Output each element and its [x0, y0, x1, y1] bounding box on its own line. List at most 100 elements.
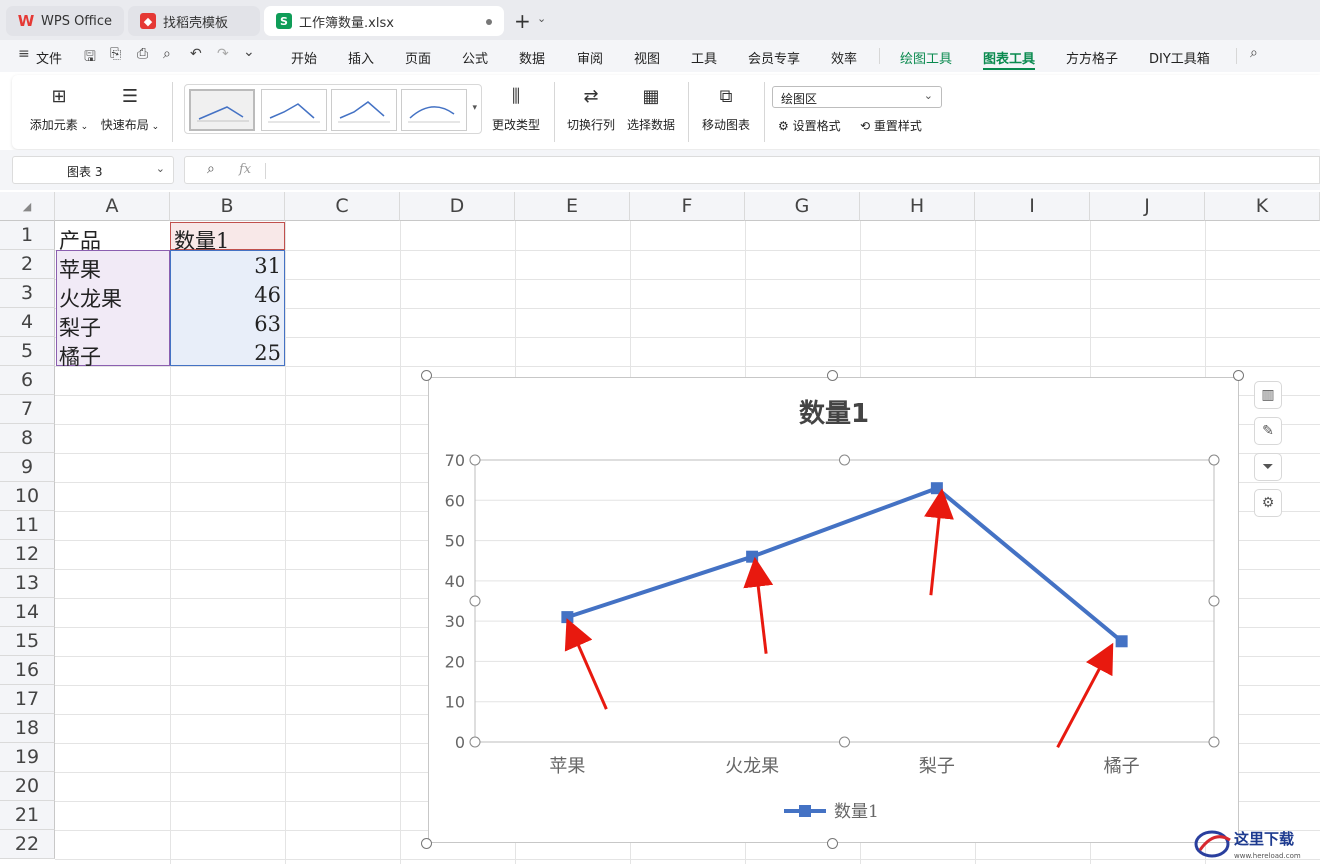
menu-page[interactable]: 页面 [405, 48, 431, 67]
print-preview-icon[interactable]: ⌕ [163, 46, 171, 62]
chart-elements-icon[interactable]: ▥ [1254, 381, 1282, 409]
series-line-path[interactable] [566, 486, 1123, 643]
new-tab-button[interactable]: + [514, 9, 531, 33]
data-point-marker[interactable] [561, 611, 574, 624]
move-chart-button[interactable]: ⧉ 移动图表 [698, 86, 754, 133]
menu-home[interactable]: 开始 [291, 48, 317, 67]
cell-B1[interactable]: 数量1 [174, 225, 229, 255]
gallery-more-icon[interactable]: ▾ [472, 103, 477, 113]
row-header[interactable]: 14 [0, 598, 55, 627]
chart-style-3[interactable] [331, 89, 397, 131]
chart-element-select[interactable]: 绘图区 ⌄ [772, 86, 942, 108]
plot-resize-handle[interactable] [839, 454, 850, 466]
chart-style-2[interactable] [261, 89, 327, 131]
resize-handle[interactable] [421, 370, 432, 381]
plot-resize-handle[interactable] [469, 595, 481, 607]
menu-insert[interactable]: 插入 [348, 48, 374, 67]
chevron-down-icon[interactable]: ⌄ [537, 12, 546, 25]
select-all-corner[interactable]: ◢ [0, 192, 55, 221]
row-header[interactable]: 2 [0, 250, 55, 279]
cell-A1[interactable]: 产品 [59, 225, 101, 255]
redo-icon[interactable]: ↷ [217, 46, 229, 62]
series-line[interactable] [561, 482, 1128, 648]
menu-file[interactable]: 文件 [36, 48, 62, 67]
cell-A4[interactable]: 梨子 [59, 312, 101, 342]
row-header[interactable]: 10 [0, 482, 55, 511]
export-icon[interactable]: ⎘ [110, 46, 121, 62]
cell-A5[interactable]: 橘子 [59, 341, 101, 371]
chart-legend[interactable]: 数量1 [784, 802, 879, 822]
row-header[interactable]: 8 [0, 424, 55, 453]
change-type-button[interactable]: ⫼ 更改类型 [488, 86, 544, 133]
menu-drawing-tools[interactable]: 绘图工具 [900, 48, 952, 67]
plot-area-handles[interactable] [469, 454, 1220, 748]
tab-wps-office[interactable]: W WPS Office [6, 6, 124, 36]
row-header[interactable]: 5 [0, 337, 55, 366]
row-header[interactable]: 22 [0, 830, 55, 859]
chart-title[interactable]: 数量1 [799, 399, 869, 429]
plot-area[interactable] [474, 459, 1215, 743]
row-header[interactable]: 12 [0, 540, 55, 569]
row-header[interactable]: 9 [0, 453, 55, 482]
row-header[interactable]: 6 [0, 366, 55, 395]
data-point-marker[interactable] [930, 482, 943, 495]
select-data-button[interactable]: ▦ 选择数据 [624, 86, 678, 133]
tab-workbook[interactable]: S 工作簿数量.xlsx [264, 6, 504, 36]
row-header[interactable]: 13 [0, 569, 55, 598]
set-format-button[interactable]: ⚙ 设置格式 [778, 117, 841, 134]
undo-icon[interactable]: ↶ [190, 46, 202, 62]
formula-input[interactable]: ⌕ fx [184, 156, 1320, 184]
row-header[interactable]: 11 [0, 511, 55, 540]
menu-view[interactable]: 视图 [634, 48, 660, 67]
row-header[interactable]: 19 [0, 743, 55, 772]
menu-diy-toolbox[interactable]: DIY工具箱 [1149, 48, 1210, 67]
resize-handle[interactable] [1233, 370, 1244, 381]
name-box[interactable]: 图表 3 ⌄ [12, 156, 174, 184]
chevron-down-icon[interactable]: ⌄ [243, 44, 255, 60]
row-header[interactable]: 7 [0, 395, 55, 424]
close-tab-icon[interactable] [486, 19, 492, 25]
menu-member[interactable]: 会员专享 [748, 48, 800, 67]
search-icon[interactable]: ⌕ [1250, 45, 1258, 61]
column-header[interactable]: J [1090, 192, 1205, 221]
menu-data[interactable]: 数据 [519, 48, 545, 67]
reset-style-button[interactable]: ⟲ 重置样式 [860, 117, 922, 134]
row-header[interactable]: 4 [0, 308, 55, 337]
row-header[interactable]: 16 [0, 656, 55, 685]
switch-row-column-button[interactable]: ⇄ 切换行列 [564, 86, 618, 133]
row-header[interactable]: 3 [0, 279, 55, 308]
menu-fangfang[interactable]: 方方格子 [1066, 48, 1118, 67]
plot-resize-handle[interactable] [839, 736, 850, 748]
plot-resize-handle[interactable] [1208, 736, 1220, 748]
menu-chart-tools[interactable]: 图表工具 [983, 48, 1035, 67]
chart-filter-icon[interactable]: ⏷ [1254, 453, 1282, 481]
plot-resize-handle[interactable] [1208, 595, 1220, 607]
resize-handle[interactable] [827, 370, 838, 381]
resize-handle[interactable] [827, 838, 838, 849]
column-header[interactable]: E [515, 192, 630, 221]
column-header[interactable]: I [975, 192, 1090, 221]
cell-B4[interactable]: 63 [174, 312, 281, 336]
row-header[interactable]: 15 [0, 627, 55, 656]
row-header[interactable]: 17 [0, 685, 55, 714]
add-element-button[interactable]: ⊞ 添加元素 ⌄ [28, 86, 90, 133]
fx-icon[interactable]: fx [239, 162, 251, 177]
quick-layout-button[interactable]: ☰ 快速布局 ⌄ [99, 86, 161, 133]
column-header[interactable]: H [860, 192, 975, 221]
menu-efficiency[interactable]: 效率 [831, 48, 857, 67]
cell-B5[interactable]: 25 [174, 341, 281, 365]
column-header[interactable]: D [400, 192, 515, 221]
chart-style-brush-icon[interactable]: ✎ [1254, 417, 1282, 445]
plot-resize-handle[interactable] [469, 454, 481, 466]
print-icon[interactable]: ⎙ [137, 46, 148, 62]
cell-A3[interactable]: 火龙果 [59, 283, 122, 313]
cell-B2[interactable]: 31 [174, 254, 281, 278]
column-header[interactable]: K [1205, 192, 1320, 221]
hamburger-icon[interactable]: ≡ [18, 46, 30, 62]
row-header[interactable]: 18 [0, 714, 55, 743]
save-icon[interactable]: 🖫 [84, 46, 96, 70]
data-point-marker[interactable] [746, 550, 759, 563]
column-header[interactable]: G [745, 192, 860, 221]
data-point-marker[interactable] [1115, 635, 1128, 648]
chart-settings-icon[interactable]: ⚙ [1254, 489, 1282, 517]
